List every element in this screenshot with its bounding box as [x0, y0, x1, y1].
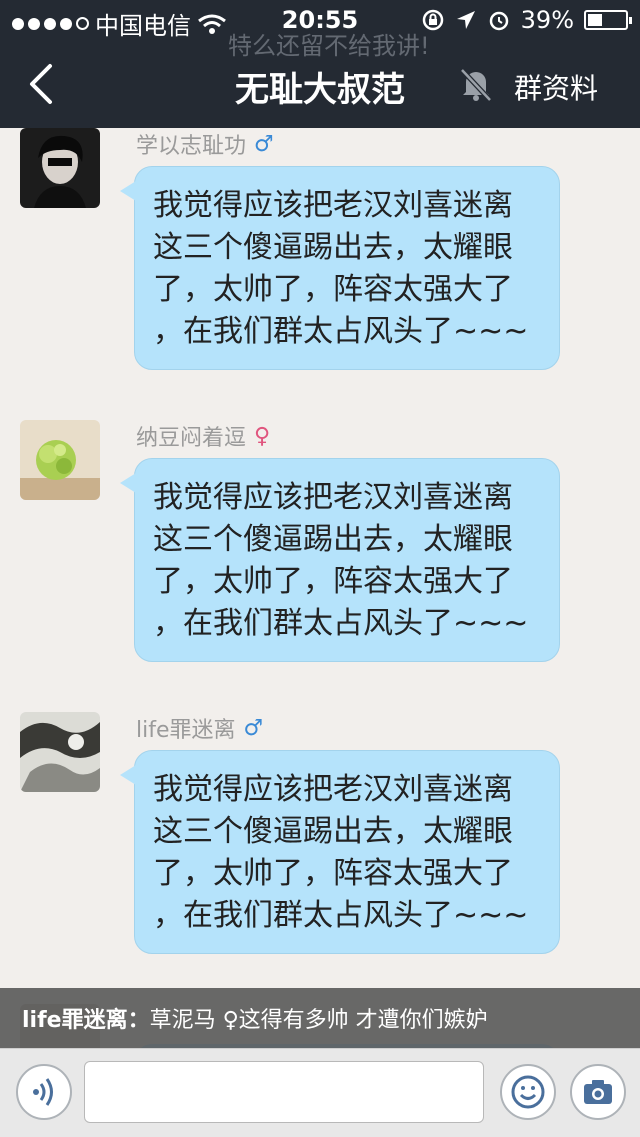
sender-name-text: 学以志耻功	[136, 134, 247, 159]
message-line: 这三个傻逼踢出去，太耀眼	[153, 230, 513, 265]
message-line: ，在我们群太占风头了~~~	[153, 606, 529, 641]
avatar[interactable]	[20, 128, 100, 208]
muted-bell-icon[interactable]	[456, 64, 496, 104]
message-line: 了，太帅了，阵容太强大了	[153, 272, 513, 307]
message-bubble[interactable]: 我觉得应该把老汉刘喜迷离 这三个傻逼踢出去，太耀眼 了，太帅了，阵容太强大了 ，…	[120, 458, 560, 662]
status-right: 39%	[421, 6, 632, 34]
nav-ghost-text: 特么还留不给我讲!	[228, 32, 430, 60]
voice-button[interactable]	[16, 1064, 72, 1120]
sender-name: life罪迷离 ♂	[136, 712, 263, 744]
emoji-button[interactable]	[500, 1064, 556, 1120]
message-line: 这三个傻逼踢出去，太耀眼	[153, 814, 513, 849]
message-ticker[interactable]: life罪迷离： 草泥马 ♀这得有多帅 才遭你们嫉妒	[0, 988, 640, 1048]
message-line: 了，太帅了，阵容太强大了	[153, 564, 513, 599]
sender-name: 学以志耻功 ♂	[136, 128, 274, 160]
input-bar	[0, 1048, 640, 1137]
avatar[interactable]	[20, 712, 100, 792]
group-info-button[interactable]: 群资料	[514, 67, 598, 107]
ticker-sender: life罪迷离：	[22, 1008, 150, 1033]
message-line: 这三个傻逼踢出去，太耀眼	[153, 522, 513, 557]
message-bubble[interactable]: 我觉得应该把老汉刘喜迷离 这三个傻逼踢出去，太耀眼 了，太帅了，阵容太强大了 ，…	[120, 166, 560, 370]
battery-level	[588, 14, 603, 26]
sender-name: 纳豆闷着逗 ♀	[136, 420, 270, 452]
message-line: 我觉得应该把老汉刘喜迷离	[153, 188, 513, 223]
battery-percent: 39%	[520, 6, 574, 34]
voice-icon	[33, 1078, 53, 1106]
chat-area: 学以志耻功 ♂ 我觉得应该把老汉刘喜迷离 这三个傻逼踢出去，太耀眼 了，太帅了，…	[0, 128, 640, 1048]
female-icon: ♀	[254, 423, 271, 449]
smiley-icon	[511, 1075, 545, 1109]
camera-icon	[584, 1080, 612, 1104]
message-input[interactable]	[84, 1061, 484, 1123]
location-icon	[456, 11, 475, 29]
camera-button[interactable]	[570, 1064, 626, 1120]
avatar[interactable]	[20, 420, 100, 500]
nav-bar: 特么还留不给我讲! 无耻大叔范 群资料	[0, 32, 640, 128]
male-icon: ♂	[243, 715, 264, 741]
sender-name-text: life罪迷离	[136, 718, 236, 743]
message-line: ，在我们群太占风头了~~~	[153, 898, 529, 933]
message-bubble[interactable]: 我觉得应该把老汉刘喜迷离 这三个傻逼踢出去，太耀眼 了，太帅了，阵容太强大了 ，…	[120, 750, 560, 954]
message-line: 我觉得应该把老汉刘喜迷离	[153, 480, 513, 515]
alarm-icon	[489, 11, 508, 31]
sender-name-text: 纳豆闷着逗	[136, 426, 247, 451]
message-line: 了，太帅了，阵容太强大了	[153, 856, 513, 891]
message-line: 我觉得应该把老汉刘喜迷离	[153, 772, 513, 807]
male-icon: ♂	[254, 131, 274, 157]
message-line: ，在我们群太占风头了~~~	[153, 314, 529, 349]
battery-icon	[584, 10, 632, 30]
ticker-text: 草泥马 ♀这得有多帅 才遭你们嫉妒	[149, 1008, 488, 1033]
